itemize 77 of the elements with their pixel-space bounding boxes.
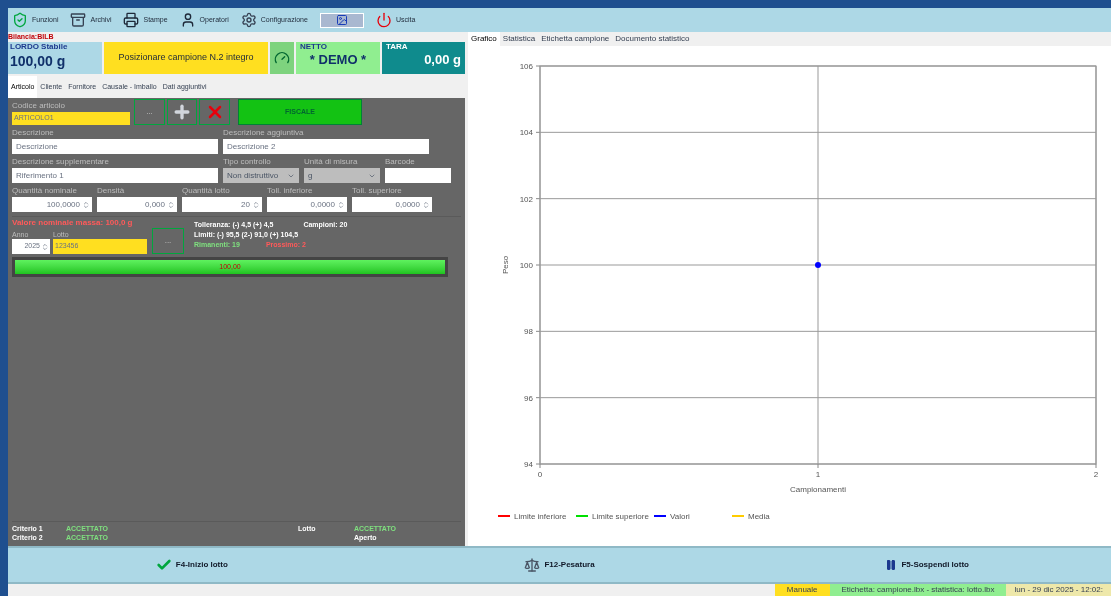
tab[interactable]: Statistica (499, 32, 539, 46)
net-weight: * DEMO * (308, 52, 368, 68)
x-tick-label: 0 (537, 470, 543, 479)
field-label: Toll. inferiore (267, 185, 314, 197)
spinner-arrows-icon[interactable] (82, 200, 90, 209)
input-field[interactable] (385, 168, 451, 183)
spinner-arrows-icon[interactable] (252, 200, 260, 209)
action-button[interactable]: F4-Inizio lotto (155, 557, 228, 573)
nominal-value-text: Valore nominale massa: 100,0 g (12, 218, 134, 228)
legend-label: Media (748, 512, 770, 521)
spin-field[interactable]: 0,0000 (352, 197, 432, 212)
action-button[interactable]: F5-Sospendi lotto (885, 559, 969, 571)
field-label: Densità (97, 185, 126, 197)
field-label: Quantità lotto (182, 185, 231, 197)
x-tick-label: 2 (1093, 470, 1099, 479)
y-tick-label: 100 (519, 261, 533, 270)
delete-button[interactable] (199, 99, 230, 125)
browse-button[interactable]: ... (134, 99, 165, 125)
scale-icon (524, 557, 541, 573)
field-label: Tipo controllo (223, 156, 272, 168)
spinner-arrows-icon[interactable] (41, 242, 49, 251)
field-label: Barcode (385, 156, 416, 168)
spin-field[interactable]: 0,000 (97, 197, 177, 212)
tare-label: TARA (386, 42, 409, 52)
status-field: Manuale (774, 584, 830, 596)
y-axis-title: Peso (501, 255, 510, 275)
y-tick-label: 104 (519, 128, 533, 138)
y-tick-label: 106 (519, 62, 533, 71)
input-field[interactable]: Descrizione 2 (223, 139, 429, 154)
spin-field[interactable]: 0,0000 (267, 197, 347, 212)
y-tick-label: 96 (524, 393, 533, 403)
y-tick-label: 98 (524, 327, 533, 337)
x-axis-title: Campionamenti (790, 485, 846, 494)
spinner-arrows-icon[interactable] (167, 200, 175, 209)
tab[interactable]: Documento statistico (612, 32, 693, 46)
legend-label: Limite superiore (592, 512, 649, 521)
net-label: NETTO (300, 42, 328, 52)
spinner-arrows-icon[interactable] (337, 200, 345, 209)
field-label: Quantità nominale (12, 185, 78, 197)
spin-field[interactable]: 100,0000 (12, 197, 92, 212)
input-field[interactable]: Riferimento 1 (12, 168, 218, 183)
spin-field[interactable]: 20 (182, 197, 262, 212)
field-label: Unità di misura (304, 156, 359, 168)
gauge-icon (274, 50, 290, 66)
image-icon (335, 14, 348, 26)
add-button[interactable] (167, 99, 197, 125)
field-label: Codice articolo (12, 100, 66, 112)
field-label: Toll. superiore (352, 185, 403, 197)
image-button[interactable] (319, 12, 364, 28)
x-tick-label: 1 (815, 470, 821, 479)
lot-browse-button[interactable]: ... (152, 228, 184, 254)
message-panel: Posizionare campione N.2 integro (104, 42, 268, 74)
plus-icon (172, 102, 192, 122)
legend-label: Valori (670, 512, 690, 521)
field-label: Descrizione (12, 127, 55, 139)
status-field: lun - 29 dic 2025 - 12:02: (1006, 584, 1111, 596)
pause-icon (885, 559, 898, 571)
check-icon (155, 557, 172, 573)
printer-icon (123, 12, 140, 28)
tab[interactable]: Etichetta campione (538, 32, 613, 46)
spinner-arrows-icon[interactable] (422, 200, 430, 209)
power-icon (375, 12, 392, 28)
action-button[interactable]: F12-Pesatura (524, 557, 595, 573)
status-field: Etichetta: campione.lbx - statistica: lotto.lbx (829, 584, 1007, 596)
tare-weight: 0,00 g (423, 52, 461, 68)
gross-label: LORDO Stabile (10, 42, 69, 52)
shield-check-icon (12, 12, 28, 28)
archive-icon (70, 12, 87, 28)
field-label: Descrizione supplementare (12, 156, 110, 168)
field-label: Descrizione aggiuntiva (223, 127, 305, 139)
legend-label: Limite inferiore (514, 512, 567, 521)
tab[interactable]: Grafico (468, 32, 500, 46)
input-field[interactable]: Descrizione (12, 139, 218, 154)
y-tick-label: 102 (519, 194, 533, 204)
y-tick-label: 94 (524, 460, 533, 469)
gross-weight: 100,00 g (10, 52, 67, 70)
gear-icon (240, 12, 257, 28)
